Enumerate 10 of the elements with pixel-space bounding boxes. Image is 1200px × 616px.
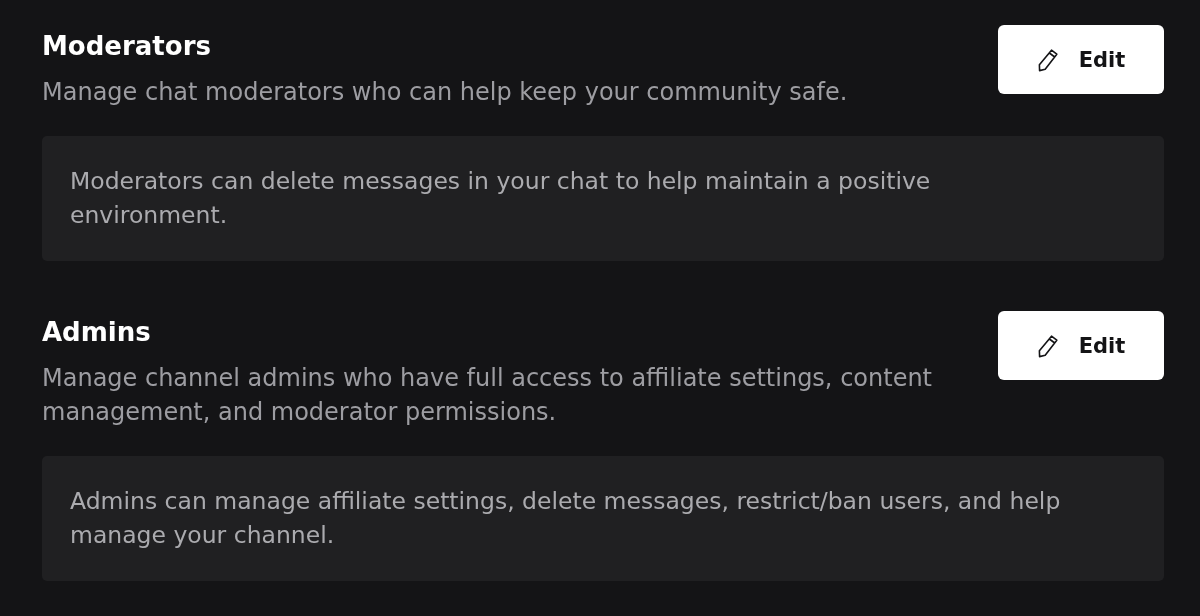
section-description: Manage channel admins who have full access to affiliate settings, content management, and moderator permissions. <box>42 363 933 428</box>
edit-button[interactable]: Edit <box>998 311 1164 380</box>
section-title: Moderators <box>42 31 212 61</box>
info-text: Moderators can delete messages in your chat to help maintain a positive environment. <box>70 166 932 231</box>
pencil-icon <box>1036 47 1059 72</box>
section-description: Manage chat moderators who can help keep your community safe. <box>42 77 848 108</box>
pencil-icon <box>1036 333 1059 358</box>
edit-button[interactable]: Edit <box>998 25 1164 94</box>
info-text: Admins can manage affiliate settings, delete messages, restrict/ban users, and help manage your channel. <box>70 486 1062 551</box>
section-title: Admins <box>42 317 152 347</box>
